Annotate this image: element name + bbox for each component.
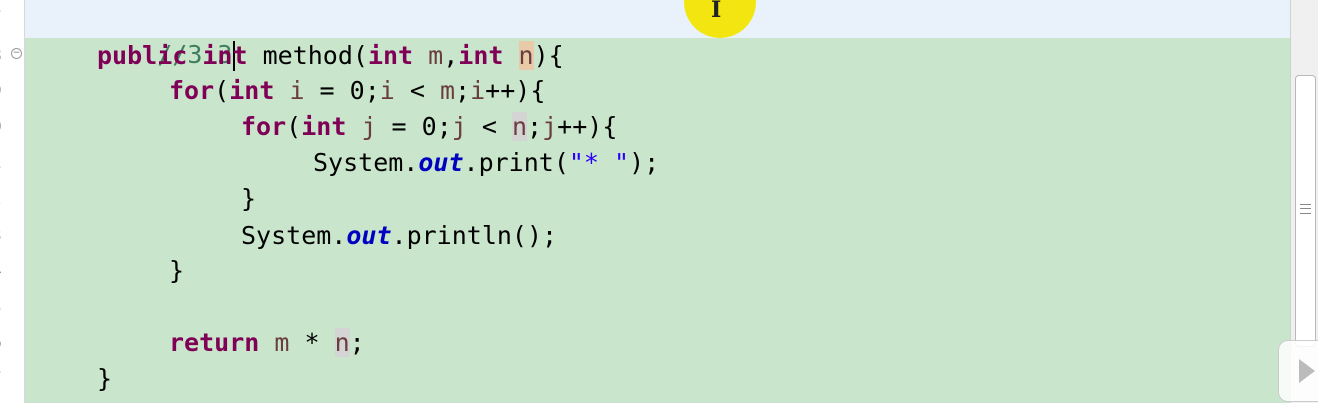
line-number: 4	[0, 253, 11, 289]
line-number: 0	[0, 109, 11, 145]
var: m	[274, 328, 290, 357]
line-number: 5	[0, 290, 11, 326]
punct: ;	[455, 76, 471, 105]
keyword: int	[367, 41, 414, 70]
class-ref: System.	[241, 221, 347, 250]
code-line-close-brace[interactable]: }	[169, 253, 184, 289]
fold-minus-icon[interactable]: −	[11, 48, 22, 59]
code-line-close-brace[interactable]: }	[97, 361, 112, 397]
var: j	[542, 112, 558, 141]
punct: ++){	[557, 112, 618, 141]
punct: <	[466, 112, 512, 141]
var: j	[451, 112, 467, 141]
code-line-comment[interactable]: //3.3	[97, 1, 236, 71]
call: .println();	[391, 221, 558, 250]
line-number: 3	[0, 218, 11, 254]
var: j	[361, 112, 377, 141]
keyword: int	[229, 76, 275, 105]
line-number: 7	[0, 361, 11, 397]
punct: ;	[349, 328, 365, 357]
var: m	[439, 76, 456, 105]
code-line-inner-for[interactable]: for(int j = 0;j < n;j++){	[241, 109, 617, 145]
punct: ,	[443, 41, 459, 70]
line-number: 8	[0, 38, 11, 74]
code-line-close-brace[interactable]: }	[241, 181, 256, 217]
param-highlighted: n	[518, 41, 534, 70]
text-cursor-icon: I	[711, 0, 722, 23]
play-button[interactable]	[1278, 340, 1318, 402]
punct: = 0;	[376, 112, 452, 141]
field: out	[346, 221, 392, 250]
var: i	[289, 76, 305, 105]
line-number: 2	[0, 181, 11, 217]
var-highlighted: n	[511, 112, 528, 141]
string-literal: "* "	[568, 148, 630, 177]
class-ref: System.	[313, 148, 419, 177]
var-highlighted: n	[334, 328, 350, 357]
punct: ){	[533, 41, 564, 70]
line-number: 6	[0, 325, 11, 361]
keyword: for	[169, 76, 215, 105]
code-line-outer-for[interactable]: for(int i = 0;i < m;i++){	[169, 73, 545, 109]
method-name: method(	[262, 41, 368, 70]
punct: = 0;	[304, 76, 380, 105]
punct: (	[286, 112, 302, 141]
play-icon	[1299, 359, 1315, 383]
punct: );	[629, 148, 660, 177]
var: i	[379, 76, 395, 105]
code-line-print[interactable]: System.out.print("* ");	[313, 145, 659, 181]
punct: ++){	[485, 76, 546, 105]
code-line-method[interactable]: public int method(int m,int n){	[97, 38, 564, 74]
keyword: return	[169, 328, 260, 357]
keyword: public	[97, 41, 188, 70]
punct: (	[214, 76, 230, 105]
keyword: int	[458, 41, 504, 70]
line-number: 9	[0, 73, 11, 109]
field: out	[418, 148, 464, 177]
line-number: 7	[0, 0, 11, 36]
param: m	[428, 41, 444, 70]
code-line-println[interactable]: System.out.println();	[241, 218, 557, 254]
keyword: int	[202, 41, 248, 70]
keyword: int	[301, 112, 347, 141]
punct: <	[394, 76, 440, 105]
line-number: 1	[0, 145, 11, 181]
line-number-gutter: 7 8 9 0 1 2 3 4 5 6 7	[0, 0, 24, 403]
keyword: for	[241, 112, 287, 141]
grip-icon	[1300, 204, 1311, 214]
call: .print(	[463, 148, 569, 177]
var: i	[470, 76, 486, 105]
code-line-return[interactable]: return m * n;	[169, 325, 365, 361]
operator: *	[289, 328, 335, 357]
scroll-thumb[interactable]	[1295, 75, 1316, 347]
punct: ;	[527, 112, 543, 141]
